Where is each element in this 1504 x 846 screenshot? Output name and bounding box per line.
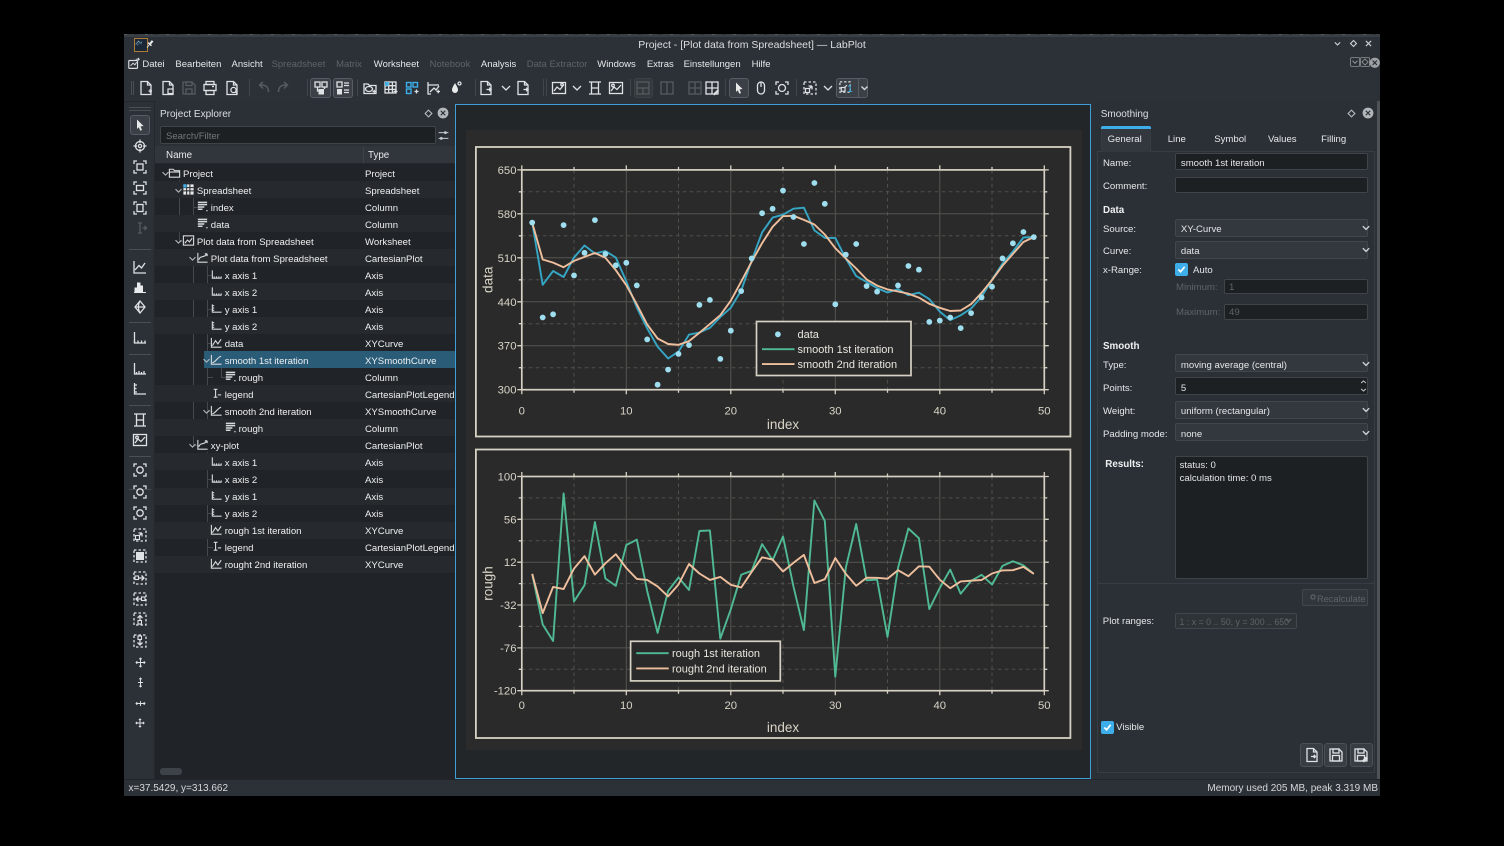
svg-text:300: 300 <box>497 384 516 396</box>
svg-text:10: 10 <box>620 700 633 712</box>
svg-text:0: 0 <box>518 405 524 417</box>
svg-text:smooth 2nd iteration: smooth 2nd iteration <box>797 359 897 371</box>
svg-text:-76: -76 <box>500 642 516 654</box>
svg-text:20: 20 <box>724 405 737 417</box>
svg-text:data: data <box>480 266 495 293</box>
svg-text:510: 510 <box>497 252 516 264</box>
svg-text:12: 12 <box>503 557 516 569</box>
svg-text:370: 370 <box>497 340 516 352</box>
svg-text:data: data <box>797 329 819 341</box>
svg-text:30: 30 <box>829 405 842 417</box>
svg-text:rought 2nd iteration: rought 2nd iteration <box>672 663 767 675</box>
svg-text:index: index <box>766 417 799 432</box>
svg-text:0: 0 <box>518 700 524 712</box>
svg-text:rough: rough <box>480 566 495 601</box>
svg-text:30: 30 <box>829 700 842 712</box>
svg-text:100: 100 <box>497 471 516 483</box>
svg-text:index: index <box>766 720 799 735</box>
svg-text:-32: -32 <box>500 600 516 612</box>
svg-text:50: 50 <box>1038 700 1051 712</box>
svg-text:40: 40 <box>933 405 946 417</box>
svg-text:-120: -120 <box>493 685 516 697</box>
svg-text:56: 56 <box>503 514 516 526</box>
svg-text:40: 40 <box>933 700 946 712</box>
svg-text:650: 650 <box>497 164 516 176</box>
svg-text:50: 50 <box>1038 405 1051 417</box>
svg-text:440: 440 <box>497 296 516 308</box>
svg-text:rough 1st iteration: rough 1st iteration <box>672 648 760 660</box>
svg-text:10: 10 <box>620 405 633 417</box>
svg-text:smooth 1st iteration: smooth 1st iteration <box>797 344 893 356</box>
svg-text:20: 20 <box>724 700 737 712</box>
svg-text:580: 580 <box>497 208 516 220</box>
